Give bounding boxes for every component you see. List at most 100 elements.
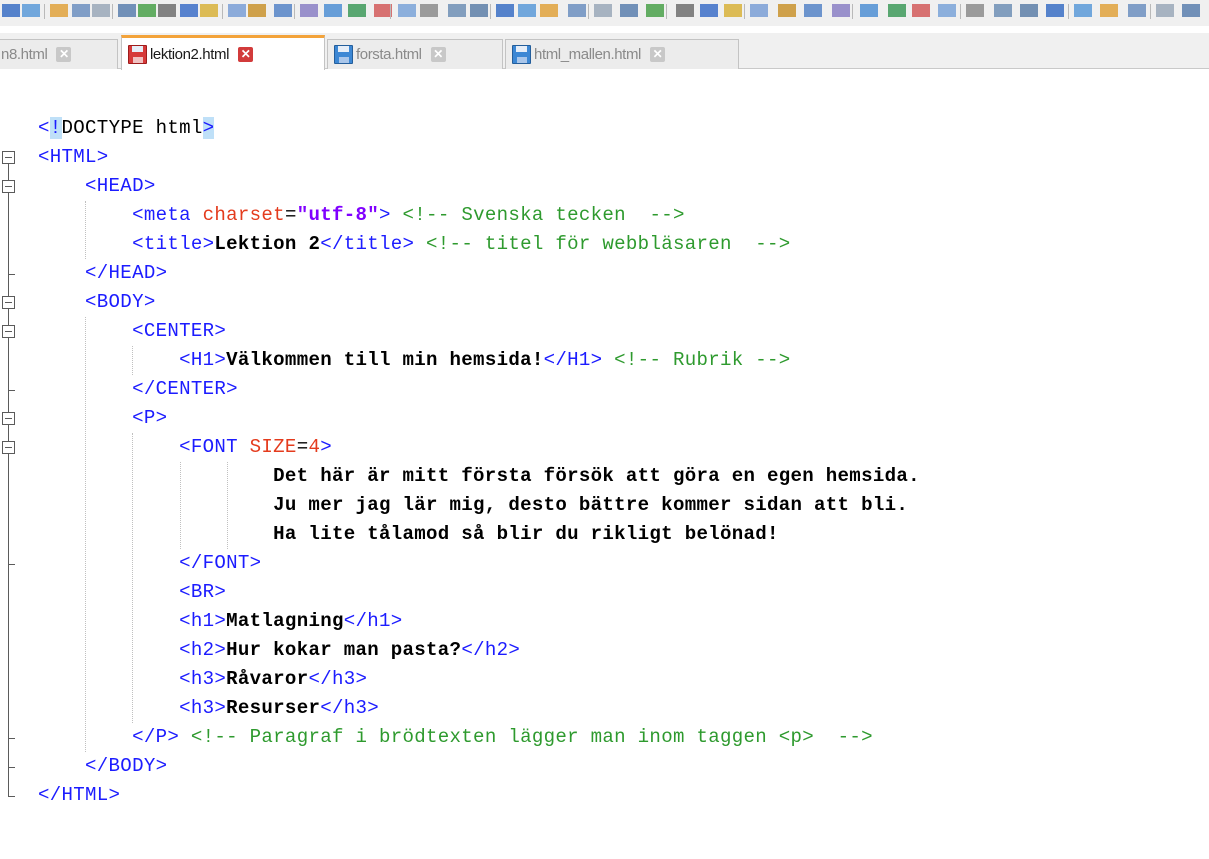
code-line[interactable]: <!DOCTYPE html>: [38, 114, 215, 143]
toolbar-button[interactable]: [92, 4, 110, 17]
code-token: </title>: [320, 233, 415, 255]
code-token: >: [202, 117, 215, 139]
toolbar-button[interactable]: [1074, 4, 1092, 17]
close-tab-icon[interactable]: ✕: [649, 47, 665, 62]
toolbar-button[interactable]: [398, 4, 416, 17]
toolbar-button[interactable]: [938, 4, 956, 17]
fold-toggle-icon[interactable]: [2, 324, 15, 338]
toolbar-button[interactable]: [804, 4, 822, 17]
fold-toggle-icon[interactable]: [2, 411, 15, 425]
toolbar-button[interactable]: [750, 4, 768, 17]
toolbar-button[interactable]: [860, 4, 878, 17]
toolbar-button[interactable]: [324, 4, 342, 17]
code-token: !: [49, 117, 62, 139]
toolbar-button[interactable]: [676, 4, 694, 17]
code-line[interactable]: </HTML>: [38, 781, 120, 810]
code-token: </BODY>: [38, 755, 168, 777]
code-line[interactable]: <title>Lektion 2</title> <!-- titel för …: [38, 230, 791, 259]
toolbar-button[interactable]: [888, 4, 906, 17]
toolbar-button[interactable]: [568, 4, 586, 17]
code-line[interactable]: Ha lite tålamod så blir du rikligt belön…: [38, 520, 779, 549]
code-line[interactable]: <BR>: [38, 578, 226, 607]
code-line[interactable]: </FONT>: [38, 549, 261, 578]
toolbar-button[interactable]: [420, 4, 438, 17]
toolbar-button[interactable]: [594, 4, 612, 17]
code-line[interactable]: </BODY>: [38, 752, 167, 781]
toolbar-button[interactable]: [72, 4, 90, 17]
toolbar-separator: [960, 4, 961, 19]
toolbar-separator: [44, 4, 45, 19]
toolbar-button[interactable]: [724, 4, 742, 17]
tab-html-mallen[interactable]: html_mallen.html ✕: [505, 39, 739, 69]
code-line[interactable]: <h3>Råvaror</h3>: [38, 665, 367, 694]
toolbar-button[interactable]: [994, 4, 1012, 17]
toolbar-button[interactable]: [470, 4, 488, 17]
code-line[interactable]: <BODY>: [38, 288, 156, 317]
code-line[interactable]: </CENTER>: [38, 375, 238, 404]
toolbar-button[interactable]: [50, 4, 68, 17]
close-tab-icon[interactable]: ✕: [430, 47, 446, 62]
toolbar-button[interactable]: [448, 4, 466, 17]
toolbar-button[interactable]: [138, 4, 156, 17]
toolbar-button[interactable]: [2, 4, 20, 17]
code-line[interactable]: </HEAD>: [38, 259, 167, 288]
tab-label: lektion2.html: [150, 45, 230, 63]
fold-toggle-icon[interactable]: [2, 440, 15, 454]
toolbar-button[interactable]: [22, 4, 40, 17]
toolbar-button[interactable]: [300, 4, 318, 17]
close-tab-icon[interactable]: ✕: [238, 46, 254, 62]
toolbar-button[interactable]: [158, 4, 176, 17]
code-line[interactable]: <HTML>: [38, 143, 109, 172]
toolbar-button[interactable]: [1182, 4, 1200, 17]
code-line[interactable]: </P> <!-- Paragraf i brödtexten lägger m…: [38, 723, 873, 752]
toolbar-button[interactable]: [200, 4, 218, 17]
fold-toggle-icon[interactable]: [2, 150, 15, 164]
toolbar-button[interactable]: [228, 4, 246, 17]
code-line[interactable]: <H1>Välkommen till min hemsida!</H1> <!-…: [38, 346, 791, 375]
toolbar-separator: [666, 4, 667, 19]
code-editor[interactable]: <!DOCTYPE html> <HTML> <HEAD> <meta chars…: [0, 70, 1209, 859]
tab-forsta[interactable]: forsta.html ✕: [327, 39, 503, 69]
code-token: <FONT: [38, 436, 250, 458]
code-token: Det här är mitt första försök att göra e…: [38, 465, 920, 487]
toolbar-button[interactable]: [496, 4, 514, 17]
code-line[interactable]: <FONT SIZE=4>: [38, 433, 332, 462]
code-line[interactable]: Ju mer jag lär mig, desto bättre kommer …: [38, 491, 908, 520]
toolbar-button[interactable]: [540, 4, 558, 17]
code-line[interactable]: <CENTER>: [38, 317, 226, 346]
fold-end-marker: [8, 795, 15, 797]
code-line[interactable]: <meta charset="utf-8"> <!-- Svenska teck…: [38, 201, 685, 230]
toolbar-button[interactable]: [1156, 4, 1174, 17]
toolbar-button[interactable]: [832, 4, 850, 17]
code-token: <: [38, 117, 50, 139]
tab-n8[interactable]: n8.html ✕: [0, 39, 118, 69]
code-line[interactable]: Det här är mitt första försök att göra e…: [38, 462, 920, 491]
toolbar-button[interactable]: [646, 4, 664, 17]
close-tab-icon[interactable]: ✕: [56, 47, 72, 62]
code-line[interactable]: <h3>Resurser</h3>: [38, 694, 379, 723]
toolbar-button[interactable]: [180, 4, 198, 17]
code-token: </h1>: [343, 610, 403, 632]
tab-lektion2[interactable]: lektion2.html ✕: [121, 35, 325, 70]
fold-toggle-icon[interactable]: [2, 179, 15, 193]
toolbar-button[interactable]: [348, 4, 366, 17]
code-line[interactable]: <h1>Matlagning</h1>: [38, 607, 403, 636]
toolbar-button[interactable]: [1128, 4, 1146, 17]
code-line[interactable]: <h2>Hur kokar man pasta?</h2>: [38, 636, 520, 665]
toolbar-button[interactable]: [518, 4, 536, 17]
toolbar-button[interactable]: [1046, 4, 1064, 17]
toolbar-button[interactable]: [1020, 4, 1038, 17]
toolbar-button[interactable]: [778, 4, 796, 17]
toolbar-button[interactable]: [1100, 4, 1118, 17]
code-token: Resurser: [226, 697, 321, 719]
code-line[interactable]: <P>: [38, 404, 167, 433]
fold-toggle-icon[interactable]: [2, 295, 15, 309]
code-line[interactable]: <HEAD>: [38, 172, 156, 201]
toolbar-button[interactable]: [966, 4, 984, 17]
toolbar-button[interactable]: [620, 4, 638, 17]
toolbar-button[interactable]: [248, 4, 266, 17]
toolbar-button[interactable]: [118, 4, 136, 17]
toolbar-button[interactable]: [700, 4, 718, 17]
toolbar-button[interactable]: [274, 4, 292, 17]
toolbar-button[interactable]: [912, 4, 930, 17]
